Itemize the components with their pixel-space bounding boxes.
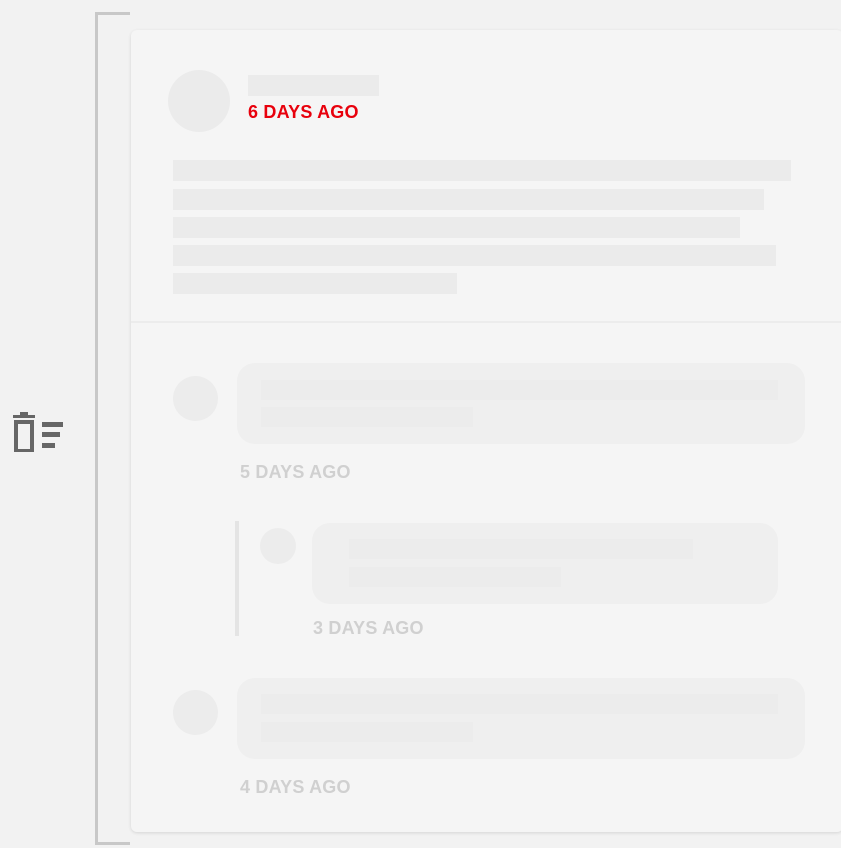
reply-line (349, 567, 561, 587)
reply-bubble (312, 523, 778, 604)
post-body-line (173, 273, 457, 294)
comment-line (261, 407, 473, 427)
post-avatar-placeholder (168, 70, 230, 132)
comment-line (261, 380, 778, 400)
comment-avatar-placeholder (173, 376, 218, 421)
post-timestamp: 6 DAYS AGO (248, 102, 359, 122)
reply-avatar-placeholder (260, 528, 296, 564)
reply-line (349, 539, 693, 559)
trash-list-icon[interactable] (12, 411, 66, 453)
post-body-line (173, 245, 776, 266)
comment-timestamp: 5 DAYS AGO (240, 462, 351, 482)
comment-bubble (237, 678, 805, 759)
comment-avatar-placeholder (173, 690, 218, 735)
comment-bubble (237, 363, 805, 444)
deleted-posts-view: 6 DAYS AGO 5 DAYS AGO 3 DAYS AGO 4 DAYS … (0, 0, 841, 848)
reply-thread-line (235, 521, 239, 636)
post-card: 6 DAYS AGO 5 DAYS AGO 3 DAYS AGO 4 DAYS … (131, 30, 841, 832)
comment-line (261, 694, 778, 714)
post-author-placeholder (248, 75, 379, 96)
post-divider (131, 321, 841, 323)
comment-line (261, 722, 473, 742)
comment-timestamp: 4 DAYS AGO (240, 777, 351, 797)
thread-bracket (95, 12, 130, 845)
reply-timestamp: 3 DAYS AGO (313, 618, 424, 638)
post-body-line (173, 189, 764, 210)
post-body-line (173, 160, 791, 181)
post-body-line (173, 217, 740, 238)
